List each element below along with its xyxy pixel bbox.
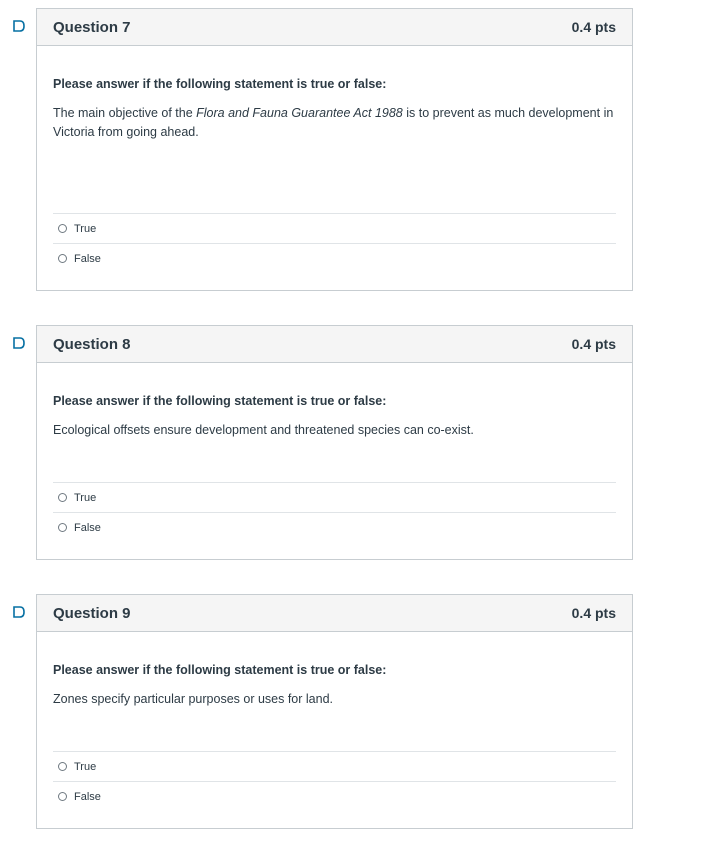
question-points: 0.4 pts — [571, 19, 616, 35]
question-prompt: Please answer if the following statement… — [53, 394, 387, 408]
radio-unchecked-icon[interactable] — [58, 254, 67, 263]
statement-italic-title: Flora and Fauna Guarantee Act 1988 — [196, 106, 403, 120]
bookmark-flag-icon[interactable] — [12, 19, 26, 33]
answer-option-true[interactable]: True — [53, 213, 616, 243]
bookmark-flag-icon[interactable] — [12, 336, 26, 350]
radio-unchecked-icon[interactable] — [58, 792, 67, 801]
radio-unchecked-icon[interactable] — [58, 493, 67, 502]
answer-list: True False — [53, 213, 616, 273]
question-points: 0.4 pts — [571, 336, 616, 352]
answer-option-true[interactable]: True — [53, 751, 616, 781]
answer-label: False — [74, 790, 101, 803]
answer-label: True — [74, 222, 97, 235]
question-statement: Zones specify particular purposes or use… — [53, 692, 333, 706]
question-8: Question 8 0.4 pts Please answer if the … — [36, 325, 633, 560]
question-prompt: Please answer if the following statement… — [53, 663, 387, 677]
answer-list: True False — [53, 751, 616, 811]
answer-label: False — [74, 252, 101, 265]
statement-text: The main objective of the — [53, 106, 197, 120]
question-title: Question 8 — [53, 335, 131, 353]
question-header: Question 7 0.4 pts — [37, 9, 632, 46]
bookmark-flag-icon[interactable] — [12, 605, 26, 619]
radio-unchecked-icon[interactable] — [58, 224, 67, 233]
answer-option-false[interactable]: False — [53, 512, 616, 542]
question-header: Question 8 0.4 pts — [37, 326, 632, 363]
question-header: Question 9 0.4 pts — [37, 595, 632, 632]
question-7: Question 7 0.4 pts Please answer if the … — [36, 8, 633, 291]
answer-label: True — [74, 760, 97, 773]
question-title: Question 7 — [53, 18, 131, 36]
answer-label: False — [74, 521, 101, 534]
question-title: Question 9 — [53, 604, 131, 622]
answer-list: True False — [53, 482, 616, 542]
question-9: Question 9 0.4 pts Please answer if the … — [36, 594, 633, 829]
answer-option-false[interactable]: False — [53, 781, 616, 811]
answer-option-false[interactable]: False — [53, 243, 616, 273]
question-statement: Ecological offsets ensure development an… — [53, 423, 474, 437]
question-points: 0.4 pts — [571, 605, 616, 621]
radio-unchecked-icon[interactable] — [58, 762, 67, 771]
question-prompt: Please answer if the following statement… — [53, 77, 387, 91]
answer-option-true[interactable]: True — [53, 482, 616, 512]
radio-unchecked-icon[interactable] — [58, 523, 67, 532]
answer-label: True — [74, 491, 97, 504]
question-statement: The main objective of the Flora and Faun… — [53, 104, 616, 142]
